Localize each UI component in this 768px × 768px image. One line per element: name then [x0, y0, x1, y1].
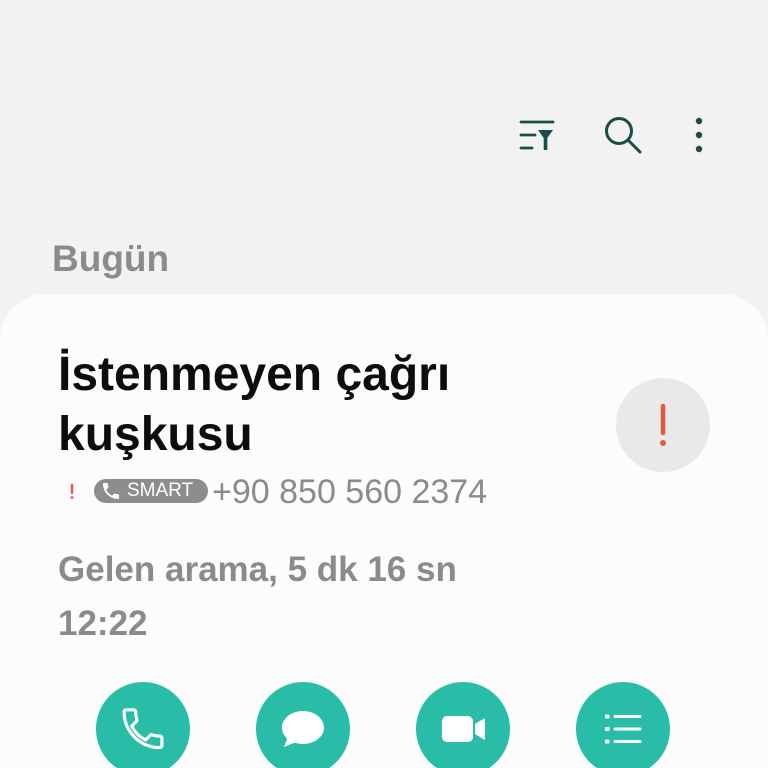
phone-icon — [103, 483, 119, 499]
call-button[interactable] — [96, 682, 190, 768]
spam-warning-icon — [68, 482, 76, 500]
video-call-button[interactable] — [416, 682, 510, 768]
phone-icon — [122, 708, 164, 750]
action-bar — [0, 682, 768, 768]
message-button[interactable] — [256, 682, 350, 768]
call-details: Gelen arama, 5 dk 16 sn — [58, 550, 457, 589]
video-camera-icon — [442, 716, 485, 742]
search-icon — [605, 117, 642, 154]
search-button[interactable] — [599, 111, 647, 159]
call-log-entry[interactable]: İstenmeyen çağrı kuşkusu SMART +90 850 5… — [0, 294, 768, 768]
list-icon — [605, 714, 642, 744]
more-options-button[interactable] — [675, 111, 723, 159]
filter-icon — [519, 120, 555, 150]
caller-name: İstenmeyen çağrı kuşkusu — [58, 348, 451, 461]
message-icon — [282, 711, 324, 747]
exclamation-icon — [660, 403, 666, 446]
section-header-today: Bugün — [52, 238, 170, 279]
details-button[interactable] — [576, 682, 670, 768]
phone-number: +90 850 560 2374 — [212, 473, 488, 511]
smart-call-badge: SMART — [94, 479, 208, 503]
badge-label: SMART — [127, 480, 194, 501]
more-options-icon — [695, 117, 703, 153]
filter-button[interactable] — [513, 111, 561, 159]
call-time: 12:22 — [58, 604, 148, 643]
caller-avatar[interactable] — [616, 378, 710, 472]
